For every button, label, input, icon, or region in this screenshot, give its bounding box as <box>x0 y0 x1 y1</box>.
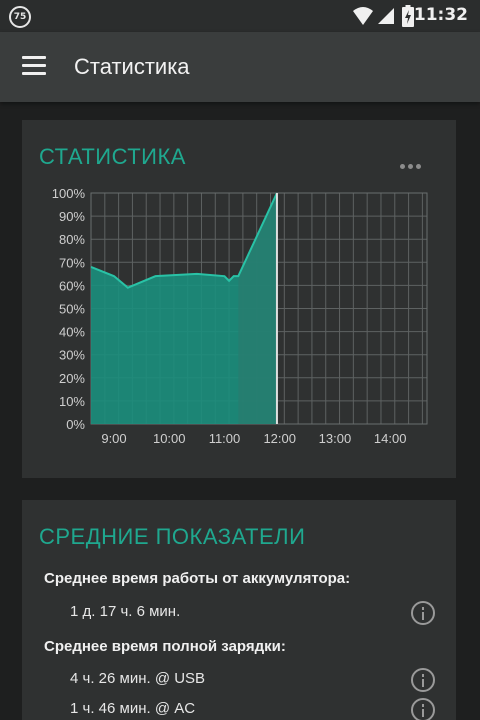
statistics-card-title: СТАТИСТИКА <box>39 144 186 169</box>
status-bar: 75 11:32 <box>0 0 480 32</box>
charge-time-heading: Среднее время полной зарядки: <box>44 638 286 655</box>
y-tick-label: 10% <box>59 394 85 409</box>
y-tick-label: 20% <box>59 371 85 386</box>
x-tick-label: 13:00 <box>319 431 352 446</box>
battery-level-chart: 100% 90% 80% 70% 60% 50% 40% 30% 20% 10% 0% 9:00 10:… <box>52 186 428 446</box>
x-tick-label: 11:00 <box>209 431 241 446</box>
clock: 11:32 <box>413 5 468 25</box>
more-horizontal-icon[interactable] <box>400 154 426 169</box>
y-tick-label: 60% <box>59 278 85 293</box>
battery-time-value: 1 д. 17 ч. 6 мин. <box>70 603 181 620</box>
y-tick-label: 100% <box>52 186 86 201</box>
info-icon[interactable] <box>411 668 435 692</box>
hamburger-menu-icon[interactable] <box>22 56 46 76</box>
y-tick-label: 50% <box>59 302 85 317</box>
info-icon[interactable] <box>411 601 435 625</box>
notification-badge-icon: 75 <box>9 6 31 28</box>
y-tick-label: 90% <box>59 209 85 224</box>
x-tick-label: 10:00 <box>153 431 186 446</box>
wifi-icon <box>353 7 373 25</box>
x-tick-label: 14:00 <box>374 431 407 446</box>
y-tick-label: 30% <box>59 348 85 363</box>
x-tick-label: 9:00 <box>101 431 126 446</box>
y-tick-label: 0% <box>66 417 85 432</box>
battery-time-heading: Среднее время работы от аккумулятора: <box>44 570 351 587</box>
battery-charging-icon <box>402 5 414 27</box>
y-tick-label: 40% <box>59 325 85 340</box>
info-icon[interactable] <box>411 698 435 720</box>
page-title: Статистика <box>74 54 190 79</box>
x-tick-label: 12:00 <box>263 431 296 446</box>
charge-ac-value: 1 ч. 46 мин. @ AC <box>70 700 196 717</box>
y-tick-label: 70% <box>59 255 85 270</box>
cell-signal-icon <box>378 8 394 24</box>
averages-card-title: СРЕДНИЕ ПОКАЗАТЕЛИ <box>39 524 306 549</box>
charge-usb-value: 4 ч. 26 мин. @ USB <box>70 670 206 687</box>
y-tick-label: 80% <box>59 232 85 247</box>
app-bar: Статистика <box>0 32 480 102</box>
